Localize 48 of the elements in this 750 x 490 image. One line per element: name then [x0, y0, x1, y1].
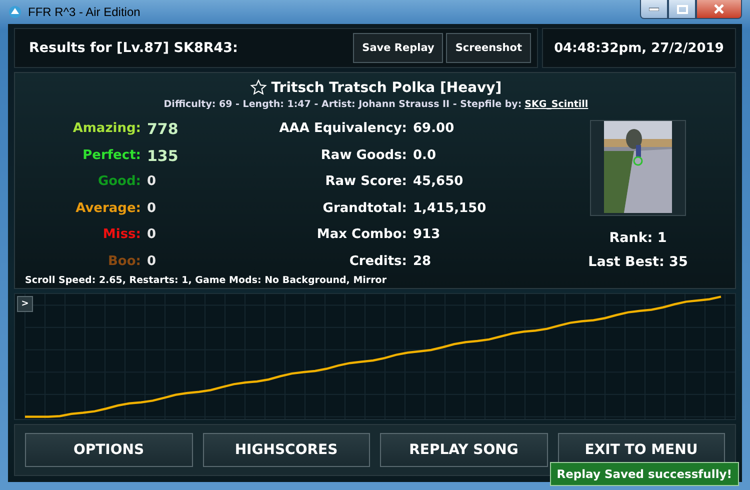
- rank-text: Rank: 1: [609, 230, 667, 246]
- song-info: Difficulty: 69 - Length: 1:47 - Artist: Johann Strauss II - Stepfile by: SKG_Scintill: [162, 99, 590, 110]
- judgement-value: 0: [147, 252, 158, 270]
- stat-label: Grandtotal:: [322, 200, 407, 218]
- stat-value: 913: [413, 226, 442, 244]
- replay-saved-toast: Replay Saved successfully!: [550, 462, 739, 486]
- settings-text: Scroll Speed: 2.65, Restarts: 1, Game Mods: No Background, Mirror: [25, 275, 388, 286]
- judgement-label: Good:: [96, 173, 141, 191]
- judgement-value: 135: [147, 146, 180, 165]
- header-button[interactable]: Screenshot: [446, 33, 531, 63]
- stat-value: 28: [413, 252, 432, 270]
- datetime: 04:48:32pm, 27/2/2019: [554, 40, 724, 56]
- stepfile-author-link[interactable]: SKG_Scintill: [524, 99, 588, 110]
- menu-button[interactable]: REPLAY SONG: [380, 433, 548, 467]
- judgement-label: Amazing:: [72, 120, 141, 138]
- stat-label: Raw Goods:: [320, 146, 407, 164]
- judgement-label: Average:: [74, 200, 141, 218]
- judgement-label: Miss:: [102, 226, 141, 244]
- close-icon: [714, 4, 724, 14]
- stat-value: 69.00: [413, 120, 456, 138]
- last-best-text: Last Best: 35: [588, 254, 688, 270]
- judgement-label: Boo:: [107, 252, 141, 270]
- stat-value: 45,650: [413, 173, 464, 191]
- stat-label: AAA Equivalency:: [278, 120, 407, 138]
- close-button[interactable]: [696, 0, 742, 19]
- judgement-value: 0: [147, 226, 158, 244]
- judgement-value: 778: [147, 120, 180, 138]
- window-title: FFR R^3 - Air Edition: [28, 5, 140, 19]
- header-button[interactable]: Save Replay: [353, 33, 444, 63]
- song-title: Tritsch Tratsch Polka [Heavy]: [271, 80, 502, 96]
- star-icon[interactable]: [250, 79, 268, 96]
- stat-value: 0.0: [413, 146, 438, 164]
- maximize-icon: [676, 4, 688, 14]
- stat-label: Credits:: [348, 252, 407, 270]
- stat-label: Max Combo:: [316, 226, 407, 244]
- app-logo-icon: [8, 5, 22, 19]
- stat-value: 1,415,150: [413, 200, 488, 218]
- results-title: Results for [Lv.87] SK8R43:: [29, 40, 238, 56]
- minimize-button[interactable]: [640, 0, 668, 19]
- menu-button[interactable]: OPTIONS: [25, 433, 192, 467]
- judgement-value: 0: [147, 173, 158, 191]
- minimize-icon: [649, 7, 659, 11]
- maximize-button[interactable]: [668, 0, 696, 19]
- graph-toggle-button[interactable]: >: [17, 296, 33, 312]
- judgement-value: 0: [147, 200, 158, 218]
- stat-label: Raw Score:: [324, 173, 407, 191]
- judgement-label: Perfect:: [82, 146, 141, 164]
- menu-button[interactable]: HIGHSCORES: [202, 433, 370, 467]
